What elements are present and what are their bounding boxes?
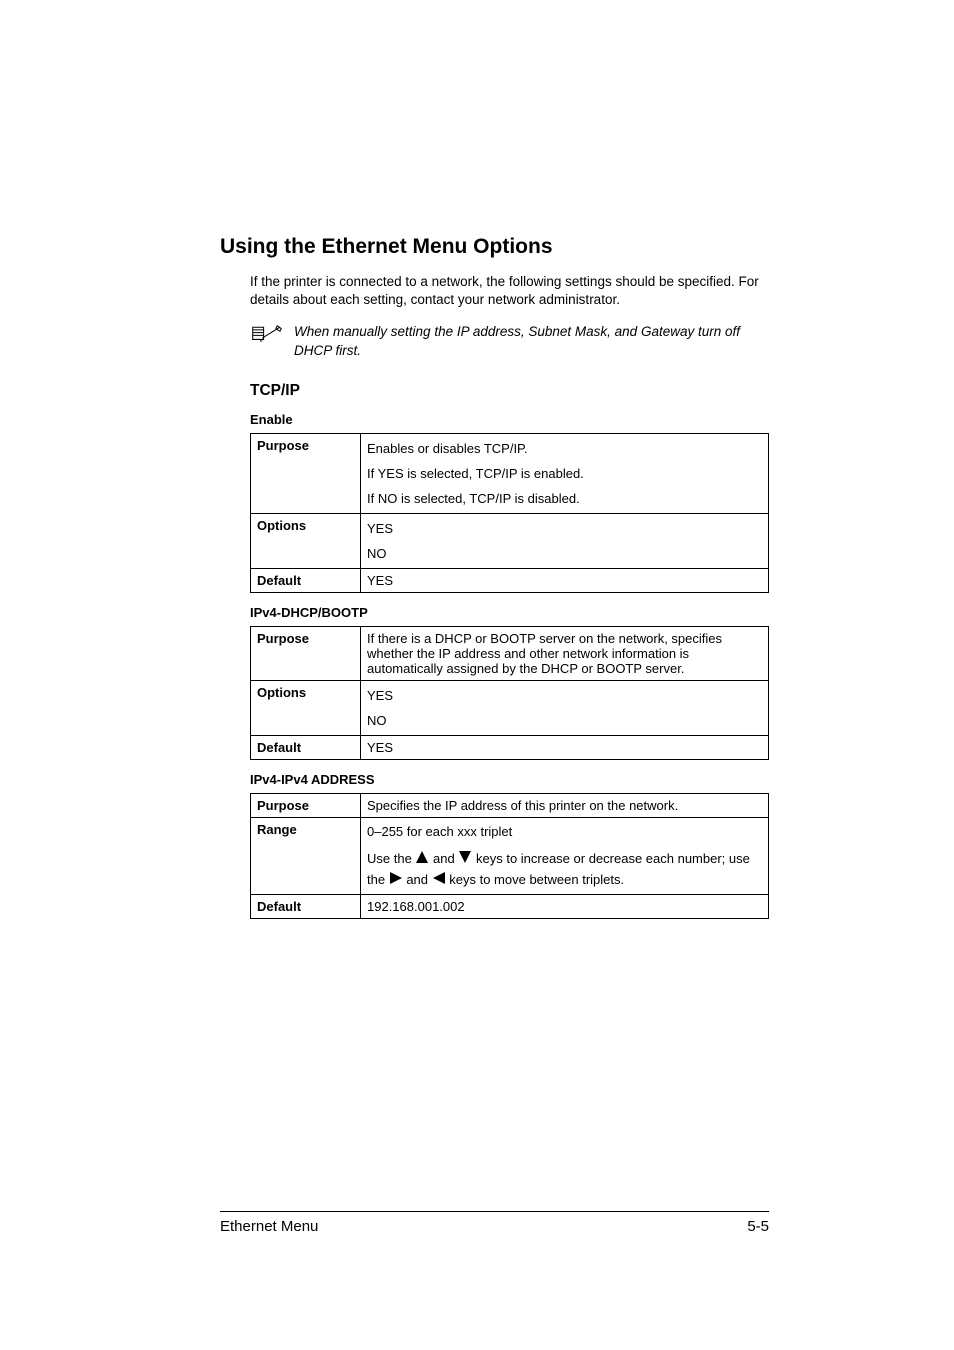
label-default: Default xyxy=(251,735,361,759)
note-text: When manually setting the IP address, Su… xyxy=(294,323,769,359)
enable-default: YES xyxy=(361,568,769,592)
label-options: Options xyxy=(251,513,361,568)
footer-left: Ethernet Menu xyxy=(220,1218,318,1235)
up-arrow-icon xyxy=(415,850,429,870)
dhcp-table: Purpose If there is a DHCP or BOOTP serv… xyxy=(250,626,769,760)
enable-purpose-l2: If YES is selected, TCP/IP is enabled. xyxy=(367,466,762,481)
label-purpose: Purpose xyxy=(251,626,361,680)
label-default: Default xyxy=(251,895,361,919)
ipv4-range: 0–255 for each xxx triplet Use the and k… xyxy=(361,817,769,894)
enable-title: Enable xyxy=(250,412,769,427)
dhcp-purpose: If there is a DHCP or BOOTP server on th… xyxy=(361,626,769,680)
dhcp-options: YES NO xyxy=(361,680,769,735)
enable-table: Purpose Enables or disables TCP/IP. If Y… xyxy=(250,433,769,593)
dhcp-default: YES xyxy=(361,735,769,759)
ipv4-table: Purpose Specifies the IP address of this… xyxy=(250,793,769,919)
left-arrow-icon xyxy=(432,871,446,891)
range-and2: and xyxy=(406,872,431,887)
enable-opt1: YES xyxy=(367,521,762,536)
right-arrow-icon xyxy=(389,871,403,891)
enable-options: YES NO xyxy=(361,513,769,568)
footer-rule xyxy=(220,1211,769,1212)
note-icon xyxy=(250,323,284,350)
section-heading: Using the Ethernet Menu Options xyxy=(220,235,769,259)
label-purpose: Purpose xyxy=(251,793,361,817)
range-and: and xyxy=(433,851,458,866)
ipv4-default: 192.168.001.002 xyxy=(361,895,769,919)
ipv4-range-first: 0–255 for each xxx triplet xyxy=(367,822,762,842)
dhcp-opt2: NO xyxy=(367,713,762,728)
enable-purpose-l3: If NO is selected, TCP/IP is disabled. xyxy=(367,491,762,506)
page-footer: Ethernet Menu 5-5 xyxy=(220,1211,769,1235)
subsection-heading: TCP/IP xyxy=(250,382,769,400)
note-block: When manually setting the IP address, Su… xyxy=(250,323,769,359)
enable-purpose: Enables or disables TCP/IP. If YES is se… xyxy=(361,433,769,513)
ipv4-purpose: Specifies the IP address of this printer… xyxy=(361,793,769,817)
enable-purpose-l1: Enables or disables TCP/IP. xyxy=(367,441,762,456)
label-default: Default xyxy=(251,568,361,592)
range-use-the: Use the xyxy=(367,851,415,866)
range-keys-move: keys to move between triplets. xyxy=(449,872,624,887)
ipv4-title: IPv4-IPv4 ADDRESS xyxy=(250,772,769,787)
label-purpose: Purpose xyxy=(251,433,361,513)
dhcp-title: IPv4-DHCP/BOOTP xyxy=(250,605,769,620)
label-range: Range xyxy=(251,817,361,894)
footer-right: 5-5 xyxy=(747,1218,769,1235)
intro-text: If the printer is connected to a network… xyxy=(250,273,769,309)
label-options: Options xyxy=(251,680,361,735)
down-arrow-icon xyxy=(458,850,472,870)
enable-opt2: NO xyxy=(367,546,762,561)
dhcp-opt1: YES xyxy=(367,688,762,703)
